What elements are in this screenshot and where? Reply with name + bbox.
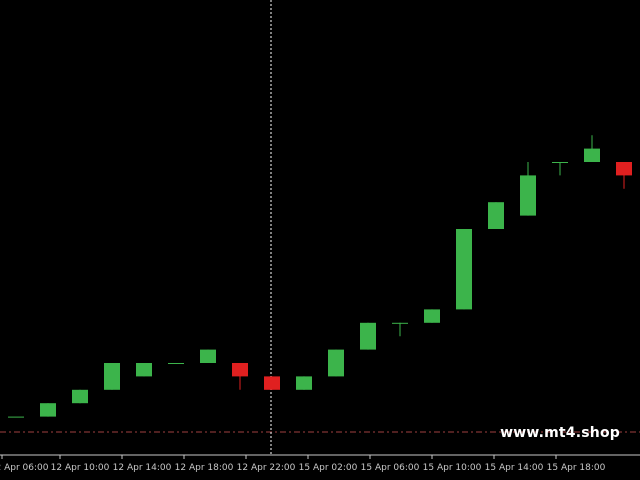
candle-body: [360, 322, 376, 350]
time-axis-label: 12 Apr 10:00: [51, 463, 110, 473]
candle-body: [488, 202, 504, 229]
candle-body: [424, 309, 440, 323]
candle-body: [136, 363, 152, 377]
candle-body: [72, 389, 88, 404]
candle-body: [104, 363, 120, 390]
time-axis-label: 15 Apr 18:00: [547, 463, 606, 473]
candle-body: [168, 363, 184, 364]
time-axis-label: 15 Apr 02:00: [299, 463, 358, 473]
time-axis: 2 Apr 06:00 12 Apr 10:00 12 Apr 14:00 12 Ap…: [0, 455, 606, 473]
candle-body: [264, 376, 280, 390]
time-axis-label: 15 Apr 10:00: [423, 463, 482, 473]
time-axis-label: 15 Apr 06:00: [361, 463, 420, 473]
candle-body: [456, 229, 472, 310]
time-axis-label: 12 Apr 18:00: [175, 463, 234, 473]
candle-body: [584, 148, 600, 162]
candlestick-chart-svg[interactable]: 2 Apr 06:00 12 Apr 10:00 12 Apr 14:00 12 Ap…: [0, 0, 640, 480]
candle-body: [552, 162, 568, 163]
candle-body: [520, 175, 536, 216]
candle-body: [392, 322, 408, 324]
time-axis-label: 12 Apr 22:00: [237, 463, 296, 473]
candle-body: [296, 376, 312, 390]
candle-body: [616, 162, 632, 176]
candle-body: [200, 349, 216, 363]
watermark-text: www.mt4.shop: [500, 425, 620, 441]
candle-body: [232, 363, 248, 377]
candle-body: [40, 403, 56, 417]
candle-body: [8, 416, 24, 418]
time-axis-label: 2 Apr 06:00: [0, 463, 49, 473]
candles-group: [8, 135, 632, 418]
time-axis-label: 12 Apr 14:00: [113, 463, 172, 473]
time-axis-label: 15 Apr 14:00: [485, 463, 544, 473]
candle-body: [328, 349, 344, 377]
price-chart[interactable]: 2 Apr 06:00 12 Apr 10:00 12 Apr 14:00 12 Ap…: [0, 0, 640, 473]
